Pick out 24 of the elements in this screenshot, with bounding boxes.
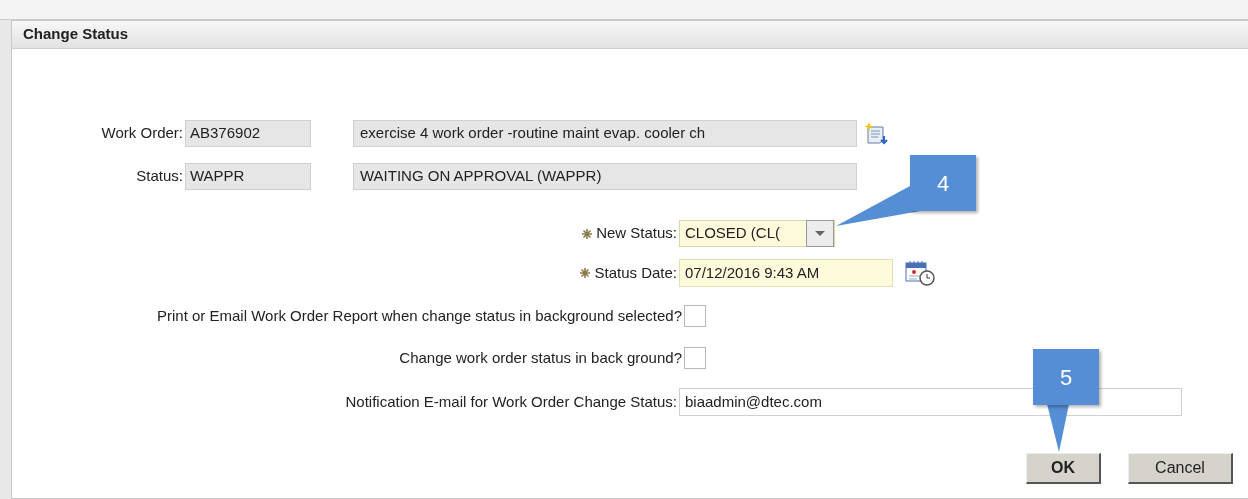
callout-badge: 4 bbox=[910, 155, 976, 211]
field-label: Status: bbox=[136, 167, 183, 185]
email-field[interactable]: biaadmin@dtec.com bbox=[679, 388, 1182, 416]
field-label: Notification E-mail for Work Order Change Status: bbox=[345, 392, 677, 410]
dialog-title: Change Status bbox=[23, 24, 128, 45]
calendar-clock-icon[interactable] bbox=[905, 259, 937, 287]
checkbox[interactable] bbox=[684, 305, 706, 328]
field-label: New Status: bbox=[596, 223, 677, 244]
field-label: Status Date: bbox=[594, 262, 677, 283]
read-only-field: exercise 4 work order -routine maint evap. cooler ch bbox=[353, 120, 857, 147]
callout-badge: 5 bbox=[1033, 349, 1099, 405]
field-label: Work Order: bbox=[101, 124, 183, 142]
read-only-field: WAPPR bbox=[185, 163, 311, 190]
dialog-button[interactable]: Cancel bbox=[1128, 453, 1233, 484]
read-only-field: AB376902 bbox=[185, 120, 311, 147]
dialog-button[interactable]: OK bbox=[1026, 453, 1101, 484]
checkbox[interactable] bbox=[684, 346, 706, 369]
checkbox-label: Change work order status in back ground? bbox=[399, 348, 682, 366]
read-only-field: WAITING ON APPROVAL (WAPPR) bbox=[353, 163, 857, 190]
document-star-icon[interactable] bbox=[864, 121, 890, 146]
status-dropdown[interactable]: CLOSED (CL( bbox=[679, 220, 835, 247]
checkbox-label: Print or Email Work Order Report when change status in background selected? bbox=[157, 307, 682, 324]
date-field[interactable]: 07/12/2016 9:43 AM bbox=[679, 259, 893, 287]
caret-icon[interactable] bbox=[806, 220, 834, 247]
